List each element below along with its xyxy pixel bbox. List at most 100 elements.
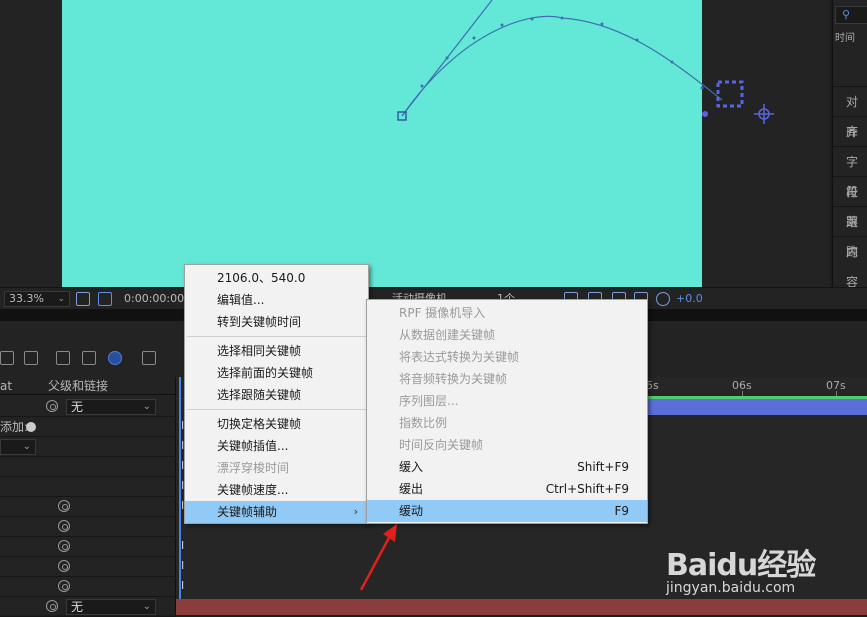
panel-item-character[interactable]: 字符	[833, 146, 867, 199]
safe-zones-icon[interactable]	[76, 292, 90, 306]
blend-mode-select[interactable]: ⌄	[0, 439, 36, 455]
context-menu-item[interactable]: 关键帧辅助 ›	[185, 501, 368, 523]
keyframe-marker[interactable]: I	[181, 560, 184, 571]
context-menu-item-label: 选择跟随关键帧	[217, 388, 302, 402]
blend-mode-row[interactable]: ⌄	[0, 437, 176, 457]
add-menu-icon[interactable]	[26, 422, 36, 432]
context-menu-item: 漂浮穿梭时间	[185, 457, 368, 479]
pickwhip-icon[interactable]	[58, 500, 70, 512]
context-menu-item-label: 选择前面的关键帧	[217, 366, 314, 380]
column-header-parent: 父级和链接	[48, 379, 109, 393]
context-menu-item[interactable]: 关键帧速度...	[185, 479, 368, 501]
menu-separator	[187, 409, 366, 410]
parent-select[interactable]: 无 ⌄	[66, 599, 156, 615]
submenu-item-label: 指数比例	[399, 416, 448, 430]
property-row[interactable]	[0, 577, 176, 597]
anchor-point-icon	[754, 104, 774, 124]
submenu-item[interactable]: 缓出 Ctrl+Shift+F9	[367, 478, 647, 500]
panel-item-content[interactable]: 内容	[833, 236, 867, 289]
keyframe-marker[interactable]: I	[181, 540, 184, 551]
mask-toggle-icon[interactable]	[98, 292, 112, 306]
panel-item-library[interactable]: 库	[833, 116, 867, 146]
context-menu-item-label: 漂浮穿梭时间	[217, 461, 290, 475]
context-menu-item-label: 关键帧速度...	[217, 483, 289, 497]
property-row[interactable]	[0, 477, 176, 497]
context-menu-item[interactable]: 切换定格关键帧	[185, 413, 368, 435]
keyframe-marker[interactable]: I	[181, 580, 184, 591]
submenu-item-label: 缓动	[399, 504, 424, 518]
context-menu-item-label: 编辑值...	[217, 293, 265, 307]
reset-exposure-icon[interactable]	[656, 292, 670, 306]
zoom-value: 33.3%	[9, 292, 44, 305]
pickwhip-icon[interactable]	[58, 540, 70, 552]
submenu-item: 时间反向关键帧	[367, 434, 647, 456]
add-label: 添加:	[0, 420, 29, 434]
submenu-item-label: 将音频转换为关键帧	[399, 372, 508, 386]
layer-duration-bar[interactable]	[648, 399, 867, 415]
context-menu-item[interactable]: 关键帧插值...	[185, 435, 368, 457]
motion-path-curve	[401, 15, 723, 117]
motion-blur-icon[interactable]	[108, 351, 122, 365]
submenu-item: RPF 摄像机导入	[367, 302, 647, 324]
property-row[interactable]	[0, 457, 176, 477]
pickwhip-icon[interactable]	[58, 560, 70, 572]
parent-select-value: 无	[71, 600, 84, 614]
search-icon[interactable]: ⚲	[835, 6, 867, 24]
expand-icon[interactable]	[0, 351, 14, 365]
pickwhip-icon[interactable]	[46, 400, 58, 412]
exposure-value[interactable]: +0.0	[676, 292, 703, 306]
graph-editor-icon[interactable]	[142, 351, 156, 365]
parent-select[interactable]: 无 ⌄	[66, 399, 156, 415]
panel-item-align[interactable]: 对齐	[833, 86, 867, 139]
context-menu-item[interactable]: 选择相同关键帧	[185, 340, 368, 362]
frame-blending-icon[interactable]	[82, 351, 96, 365]
context-menu-item[interactable]: 选择跟随关键帧	[185, 384, 368, 406]
motion-path[interactable]	[62, 0, 782, 287]
timeline-column-header: at 父级和链接	[0, 377, 176, 395]
submenu-item-label: 从数据创建关键帧	[399, 328, 496, 342]
submenu-item: 将表达式转换为关键帧	[367, 346, 647, 368]
submenu-item-label: RPF 摄像机导入	[399, 306, 486, 320]
chevron-down-icon: ⌄	[57, 294, 65, 304]
submenu-item[interactable]: 缓动 F9	[367, 500, 647, 522]
layer-row[interactable]: 无 ⌄	[0, 397, 176, 417]
layer-row[interactable]: 无 ⌄	[0, 597, 176, 617]
pickwhip-icon[interactable]	[46, 600, 58, 612]
chevron-down-icon: ⌄	[142, 601, 151, 612]
context-menu-item-label: 切换定格关键帧	[217, 417, 302, 431]
current-timecode[interactable]: 0:00:00:00	[124, 292, 184, 306]
keyframe-assistant-submenu: RPF 摄像机导入 从数据创建关键帧将表达式转换为关键帧 将音频转换为关键帧 序列图层…	[366, 299, 648, 524]
panel-item-paragraph[interactable]: 段落	[833, 176, 867, 229]
context-menu-item[interactable]: 编辑值...	[185, 289, 368, 311]
context-menu-item[interactable]: 转到关键帧时间	[185, 311, 368, 333]
watermark-url: jingyan.baidu.com	[666, 580, 796, 596]
submenu-item-label: 将表达式转换为关键帧	[399, 350, 520, 364]
property-row[interactable]	[0, 557, 176, 577]
layer-anchor-box	[716, 80, 744, 108]
context-menu-item-label: 选择相同关键帧	[217, 344, 302, 358]
property-row[interactable]	[0, 537, 176, 557]
timeline-layer-columns: at 父级和链接 无 ⌄ 添加: ⌄ 无 ⌄	[0, 377, 176, 617]
shy-layers-icon[interactable]	[56, 351, 70, 365]
add-property-row[interactable]: 添加:	[0, 417, 176, 437]
chevron-down-icon: ⌄	[142, 401, 151, 412]
pickwhip-icon[interactable]	[58, 520, 70, 532]
context-menu-item[interactable]: 2106.0、540.0	[185, 267, 368, 289]
context-menu-item[interactable]: 选择前面的关键帧	[185, 362, 368, 384]
submenu-item-shortcut: Shift+F9	[577, 460, 629, 474]
baidu-watermark: Baidu经验 jingyan.baidu.com	[662, 540, 862, 610]
pickwhip-icon[interactable]	[58, 580, 70, 592]
context-menu-item-label: 转到关键帧时间	[217, 315, 302, 329]
annotation-arrow	[359, 524, 397, 591]
submenu-item-label: 序列图层...	[399, 394, 459, 408]
submenu-item[interactable]: 缓入 Shift+F9	[367, 456, 647, 478]
property-row[interactable]	[0, 497, 176, 517]
panel-item-tracker[interactable]: 跟踪	[833, 206, 867, 259]
draft-3d-icon[interactable]	[24, 351, 38, 365]
submenu-item: 序列图层...	[367, 390, 647, 412]
right-side-panel: ⚲ 时间 对齐 库 字符 段落 跟踪 内容	[832, 0, 867, 289]
zoom-select[interactable]: 33.3% ⌄	[4, 291, 70, 307]
property-row[interactable]	[0, 517, 176, 537]
context-menu-item-label: 关键帧辅助	[217, 505, 278, 519]
submenu-item-shortcut: Ctrl+Shift+F9	[545, 482, 629, 496]
